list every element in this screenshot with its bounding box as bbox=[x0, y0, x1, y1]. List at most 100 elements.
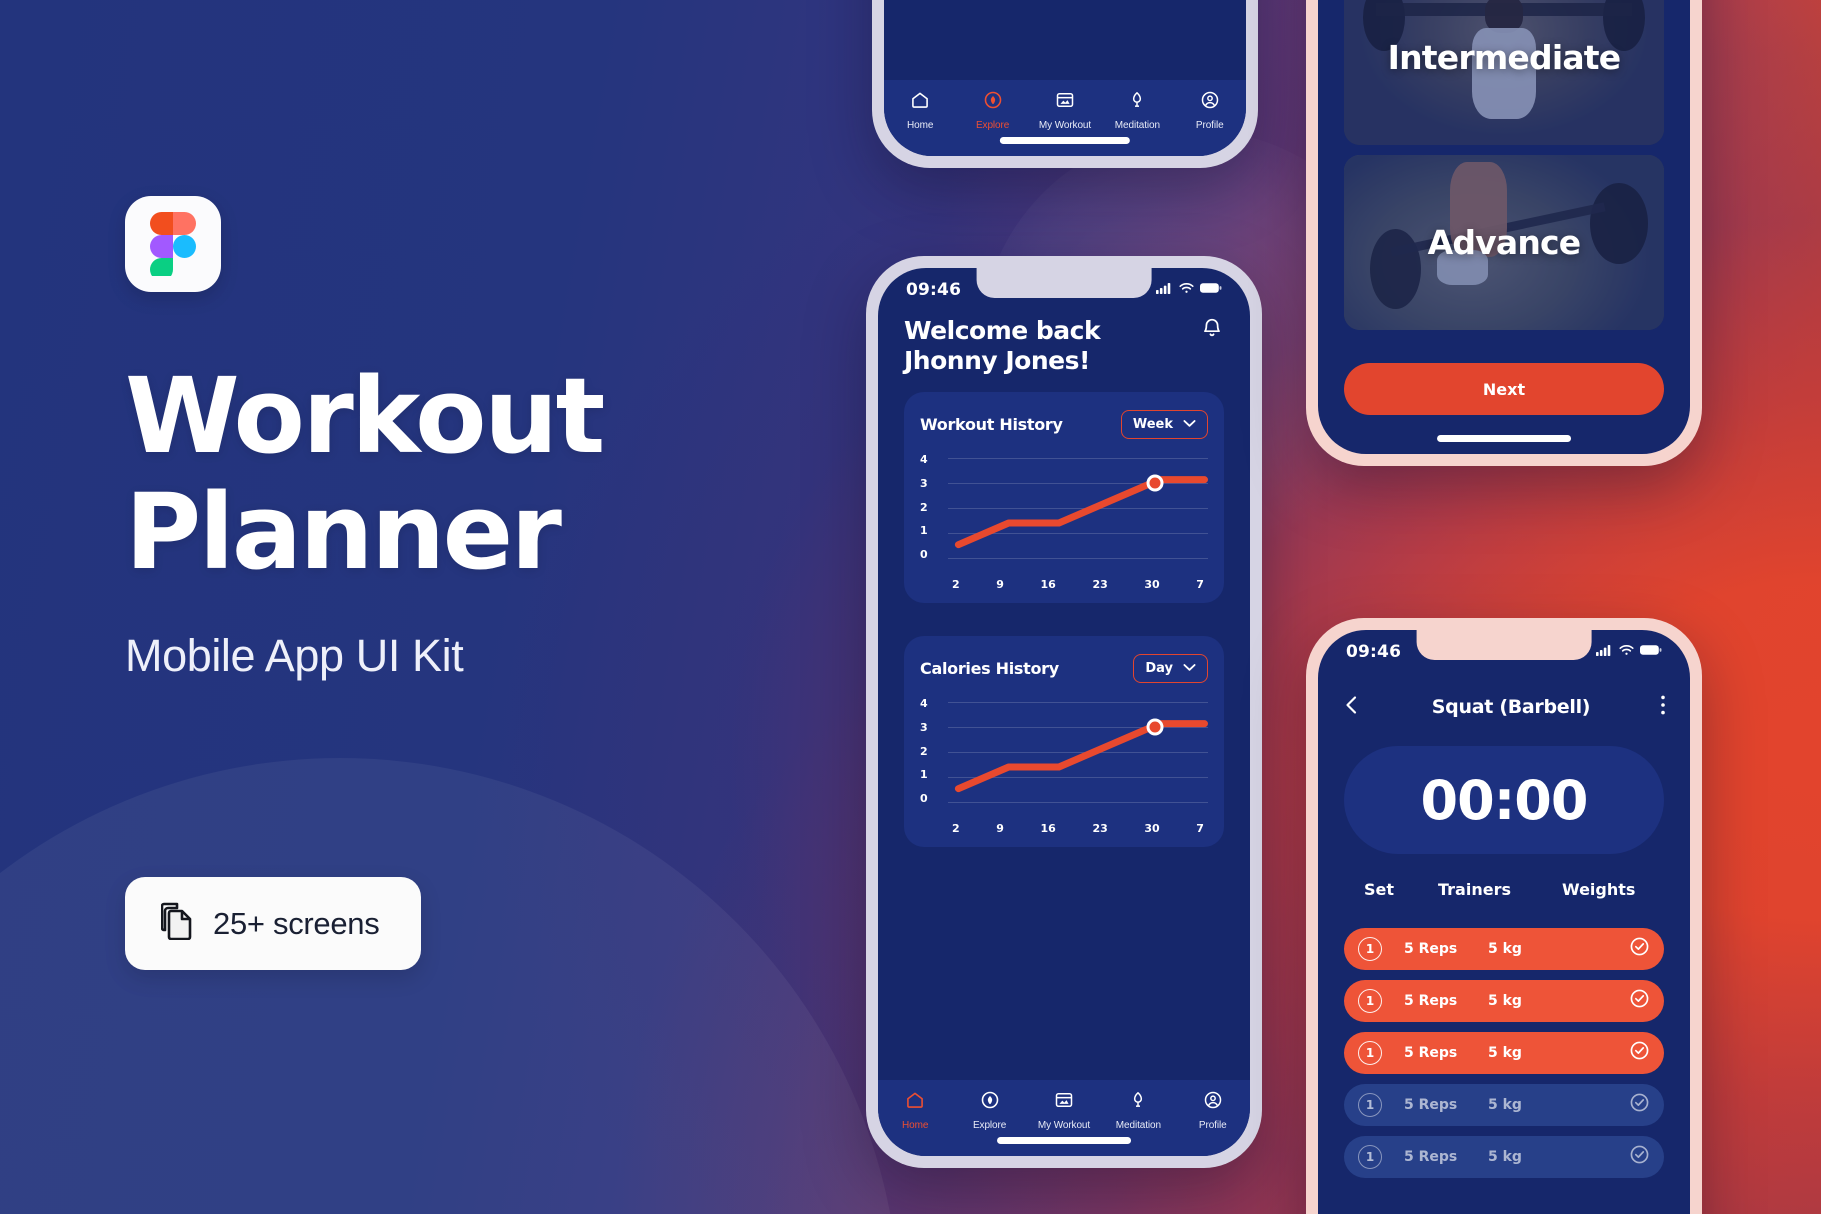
tab-my-workout[interactable]: My Workout bbox=[1027, 1090, 1101, 1131]
timer-card[interactable]: 00:00 bbox=[1344, 746, 1664, 854]
chevron-down-icon bbox=[1183, 417, 1196, 432]
x-tick: 16 bbox=[1040, 822, 1056, 835]
x-tick: 2 bbox=[952, 822, 960, 835]
next-button-label: Next bbox=[1482, 379, 1526, 399]
card-calories-history: Calories History Day 4 3 2 1 0 2 9 16 23… bbox=[904, 636, 1224, 847]
check-circle-icon[interactable] bbox=[1629, 988, 1650, 1014]
status-icons bbox=[1596, 643, 1662, 661]
card-workout-history: Workout History Week 4 3 2 1 0 2 9 16 23… bbox=[904, 392, 1224, 603]
tabbar-explore: Home Explore My Workout Meditation Profi… bbox=[884, 80, 1246, 156]
home-indicator bbox=[997, 1137, 1131, 1144]
tab-my-workout-label: My Workout bbox=[1038, 120, 1092, 131]
chevron-down-icon bbox=[1183, 661, 1196, 676]
x-tick: 9 bbox=[996, 822, 1004, 835]
tab-profile[interactable]: Profile bbox=[1174, 90, 1246, 131]
y-tick: 0 bbox=[920, 792, 928, 805]
set-number: 1 bbox=[1358, 1041, 1382, 1065]
chevron-left-icon[interactable] bbox=[1342, 694, 1362, 721]
check-circle-icon[interactable] bbox=[1629, 1144, 1650, 1170]
x-tick: 7 bbox=[1196, 822, 1204, 835]
level-caption-advance: Advance bbox=[1427, 223, 1582, 262]
tab-meditation[interactable]: Meditation bbox=[1101, 1090, 1175, 1131]
x-tick: 2 bbox=[952, 578, 960, 591]
battery-icon bbox=[1200, 281, 1222, 299]
figma-logo-icon bbox=[125, 196, 221, 292]
status-bar: 09:46 bbox=[878, 268, 1250, 312]
table-row[interactable]: 1 5 Reps 5 kg bbox=[1344, 1084, 1664, 1126]
cellular-icon bbox=[1596, 643, 1613, 661]
phone-home-viewport: 09:46 Welcome back Jhonny Jones! Workout… bbox=[878, 268, 1250, 1156]
x-tick: 23 bbox=[1092, 578, 1108, 591]
set-reps: 5 Reps bbox=[1404, 1149, 1458, 1165]
compass-icon bbox=[983, 90, 1003, 115]
tab-meditation[interactable]: Meditation bbox=[1101, 90, 1173, 131]
set-number: 1 bbox=[1358, 989, 1382, 1013]
tabbar-home: Home Explore My Workout Meditation Profi… bbox=[878, 1080, 1250, 1156]
table-row[interactable]: 1 5 Reps 5 kg bbox=[1344, 1032, 1664, 1074]
phone-exercise-screen: 09:46 Squat (Barbell) 00:00 Set Trainers… bbox=[1306, 618, 1702, 1214]
phone-exercise-viewport: 09:46 Squat (Barbell) 00:00 Set Trainers… bbox=[1318, 630, 1690, 1214]
welcome-header: Welcome back Jhonny Jones! bbox=[878, 316, 1250, 375]
range-selector-week[interactable]: Week bbox=[1120, 410, 1208, 439]
x-tick: 23 bbox=[1092, 822, 1108, 835]
chart-marker-point bbox=[1146, 718, 1164, 736]
tab-meditation-label: Meditation bbox=[1115, 1120, 1161, 1131]
kebab-menu-icon[interactable] bbox=[1660, 694, 1666, 721]
x-tick: 16 bbox=[1040, 578, 1056, 591]
table-row[interactable]: 1 5 Reps 5 kg bbox=[1344, 980, 1664, 1022]
tab-my-workout-label: My Workout bbox=[1037, 1120, 1091, 1131]
table-row[interactable]: 1 5 Reps 5 kg bbox=[1344, 928, 1664, 970]
copy-pages-icon bbox=[160, 902, 195, 945]
tab-my-workout[interactable]: My Workout bbox=[1029, 90, 1101, 131]
card-header: Calories History Day bbox=[920, 654, 1208, 683]
poster-canvas: Workout Planner Mobile App UI Kit 25+ sc… bbox=[0, 0, 1821, 1214]
screens-count-badge[interactable]: 25+ screens bbox=[125, 877, 422, 970]
column-header-weights: Weights bbox=[1562, 880, 1636, 899]
status-icons bbox=[1156, 281, 1222, 299]
set-weight: 5 kg bbox=[1488, 941, 1522, 957]
y-tick: 1 bbox=[920, 524, 928, 538]
y-tick: 4 bbox=[920, 697, 928, 710]
range-selector-day[interactable]: Day bbox=[1133, 654, 1208, 683]
set-number: 1 bbox=[1358, 1093, 1382, 1117]
level-card-advance[interactable]: Advance bbox=[1344, 155, 1664, 330]
chart-workout-history: 4 3 2 1 0 2 9 16 23 30 7 bbox=[920, 453, 1208, 591]
next-button[interactable]: Next bbox=[1344, 363, 1664, 415]
range-selector-week-label: Week bbox=[1132, 417, 1173, 432]
tab-home-label: Home bbox=[907, 120, 934, 131]
home-indicator bbox=[1437, 435, 1571, 442]
screens-count-label: 25+ screens bbox=[213, 905, 380, 941]
home-indicator bbox=[999, 137, 1131, 144]
chart-y-axis: 4 3 2 1 0 bbox=[920, 697, 942, 805]
phone-level-select-screen: Intermediate Advance Next bbox=[1306, 0, 1702, 466]
wifi-icon bbox=[1619, 643, 1634, 661]
home-icon bbox=[910, 90, 930, 115]
level-card-intermediate[interactable]: Intermediate bbox=[1344, 0, 1664, 145]
tab-explore[interactable]: Explore bbox=[952, 1090, 1026, 1131]
tab-home[interactable]: Home bbox=[884, 90, 956, 131]
tab-home[interactable]: Home bbox=[878, 1090, 952, 1131]
lotus-icon bbox=[1127, 90, 1147, 115]
check-circle-icon[interactable] bbox=[1629, 936, 1650, 962]
welcome-line-1: Welcome back bbox=[904, 316, 1101, 345]
tab-explore[interactable]: Explore bbox=[956, 90, 1028, 131]
chart-marker-point bbox=[1146, 474, 1164, 492]
check-circle-icon[interactable] bbox=[1629, 1092, 1650, 1118]
battery-icon bbox=[1640, 643, 1662, 661]
y-tick: 1 bbox=[920, 768, 928, 782]
bell-icon[interactable] bbox=[1200, 316, 1224, 345]
y-tick: 2 bbox=[920, 744, 928, 758]
check-circle-icon[interactable] bbox=[1629, 1040, 1650, 1066]
image-card-icon bbox=[1054, 1090, 1074, 1115]
chart-calories-history: 4 3 2 1 0 2 9 16 23 30 7 bbox=[920, 697, 1208, 835]
tab-profile-label: Profile bbox=[1198, 1120, 1227, 1131]
set-weight: 5 kg bbox=[1488, 993, 1522, 1009]
exercise-navbar: Squat (Barbell) bbox=[1318, 680, 1690, 734]
y-tick: 4 bbox=[920, 453, 928, 466]
timer-value: 00:00 bbox=[1420, 768, 1589, 832]
tab-profile[interactable]: Profile bbox=[1176, 1090, 1250, 1131]
welcome-greeting: Welcome back Jhonny Jones! bbox=[904, 316, 1101, 375]
table-row[interactable]: 1 5 Reps 5 kg bbox=[1344, 1136, 1664, 1178]
page-title-line-2: Planner bbox=[125, 470, 562, 593]
status-clock: 09:46 bbox=[906, 280, 962, 300]
